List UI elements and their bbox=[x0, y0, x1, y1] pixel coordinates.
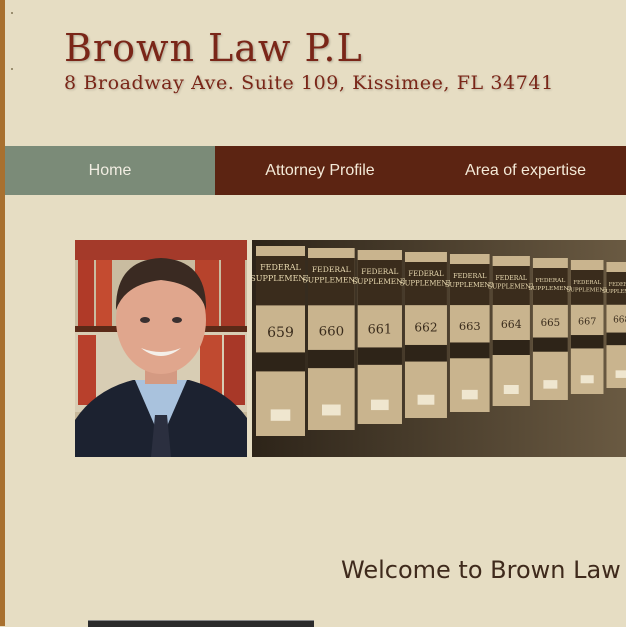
book-volume-number: 661 bbox=[368, 323, 392, 338]
book-volume-number: 668 bbox=[613, 315, 626, 325]
book-sticker bbox=[543, 380, 558, 389]
book-label-text: FEDERAL bbox=[408, 270, 444, 278]
book-band bbox=[606, 332, 626, 346]
book-band bbox=[449, 342, 490, 359]
book-volume-number: 665 bbox=[541, 318, 561, 329]
book-volume-number: 659 bbox=[267, 325, 294, 341]
law-books-image: FEDERAL SUPPLEMENT 659 FEDERAL SUPPLEMENT 660… bbox=[252, 240, 626, 457]
book-band bbox=[404, 344, 447, 362]
decorative-dot bbox=[11, 68, 13, 70]
book-sticker bbox=[580, 375, 594, 384]
header-banner: FEDERAL SUPPLEMENT 659 FEDERAL SUPPLEMENT 660… bbox=[75, 240, 626, 457]
site-title[interactable]: Brown Law P.L bbox=[64, 26, 363, 70]
book-label-text: SUPPLEMENT bbox=[602, 289, 626, 295]
book-volume-number: 662 bbox=[414, 321, 437, 335]
book-label-text: FEDERAL bbox=[453, 272, 487, 280]
book-sticker bbox=[321, 404, 341, 416]
book-label-text: FEDERAL bbox=[536, 278, 566, 284]
book-band bbox=[357, 347, 402, 365]
nav-item-attorney-profile[interactable]: Attorney Profile bbox=[215, 146, 425, 195]
book-band bbox=[532, 337, 568, 352]
book-sticker bbox=[461, 389, 478, 400]
book-label-text: FEDERAL bbox=[495, 275, 527, 282]
book-band bbox=[256, 352, 305, 372]
book-label-text: FEDERAL bbox=[573, 280, 601, 286]
book-label-text: FEDERAL bbox=[312, 265, 351, 274]
book-sticker bbox=[417, 394, 435, 405]
book-band bbox=[308, 349, 355, 369]
book-label-text: FEDERAL bbox=[361, 267, 398, 276]
book-label-text: FEDERAL bbox=[260, 263, 301, 272]
book-band bbox=[492, 340, 530, 355]
book-volume-number: 667 bbox=[578, 316, 596, 327]
left-border bbox=[0, 0, 5, 626]
nav-item-home[interactable]: Home bbox=[5, 146, 215, 195]
decorative-dot bbox=[11, 12, 13, 14]
book-band bbox=[570, 335, 604, 349]
attorney-portrait bbox=[75, 240, 247, 457]
welcome-heading: Welcome to Brown Law bbox=[341, 556, 621, 584]
nav-item-area-of-expertise[interactable]: Area of expertise bbox=[425, 146, 626, 195]
book-sticker bbox=[270, 409, 291, 421]
book-volume-number: 664 bbox=[501, 318, 522, 331]
site-address: 8 Broadway Ave. Suite 109, Kissimee, FL … bbox=[64, 72, 554, 94]
main-nav: Home Attorney Profile Area of expertise bbox=[5, 146, 626, 195]
book-label-text: FEDERAL bbox=[609, 282, 626, 288]
book-volume-number: 663 bbox=[459, 319, 481, 333]
book-sticker bbox=[503, 385, 519, 394]
book-sticker bbox=[615, 370, 626, 378]
book-volume-number: 660 bbox=[319, 324, 345, 339]
book-sticker bbox=[370, 399, 389, 411]
